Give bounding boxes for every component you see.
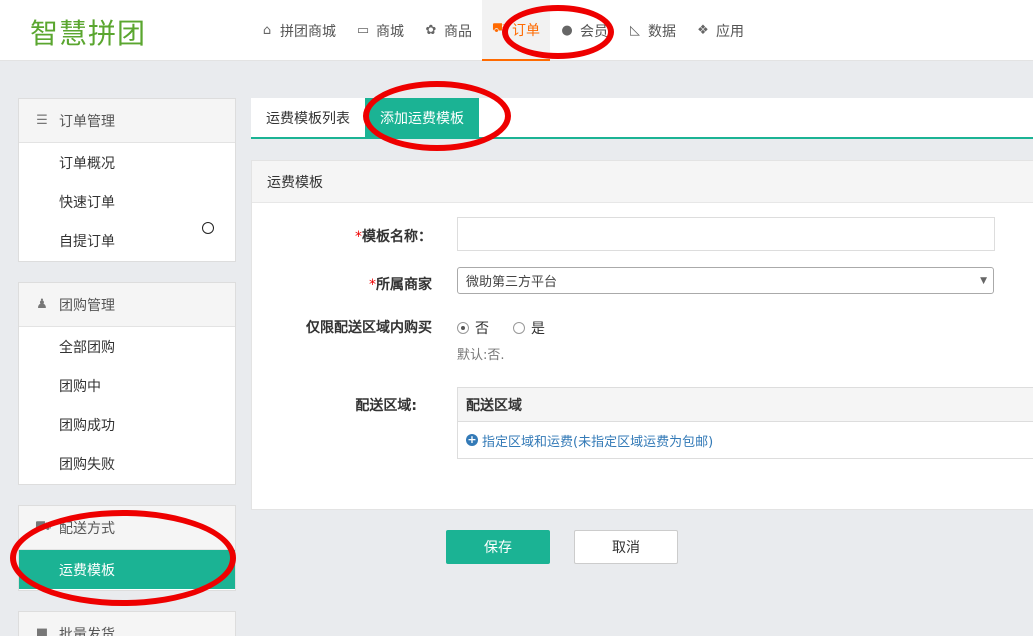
- top-bar: 智慧拼团 ⌂ 拼团商城 ▭ 商城 ✿ 商品 ⛟ 订单 ● 会员 ◺ 数据 ❖ 应…: [0, 0, 1033, 61]
- logo[interactable]: 智慧拼团: [30, 12, 146, 52]
- add-area-link-label: 指定区域和运费(未指定区域运费为包邮): [482, 434, 714, 450]
- tab-template-list[interactable]: 运费模板列表: [251, 98, 365, 137]
- monitor-icon: ▭: [356, 23, 370, 38]
- users-icon: ♟: [36, 297, 48, 312]
- nav-item-orders[interactable]: ⛟ 订单: [482, 0, 550, 61]
- mouse-cursor: [202, 222, 214, 234]
- save-button[interactable]: 保存: [446, 530, 550, 564]
- sidebar-header-label: 批量发货: [59, 626, 115, 636]
- form-section-title: 运费模板: [252, 161, 1033, 203]
- cart-icon: ⛟: [492, 21, 509, 36]
- chart-icon: ◺: [630, 23, 640, 38]
- nav-item-label: 商城: [376, 23, 404, 40]
- sidebar-header-label: 配送方式: [59, 520, 115, 537]
- sidebar-item-order-overview[interactable]: 订单概况: [19, 143, 235, 182]
- main-nav: ⌂ 拼团商城 ▭ 商城 ✿ 商品 ⛟ 订单 ● 会员 ◺ 数据 ❖ 应用: [250, 0, 754, 61]
- cancel-button[interactable]: 取消: [574, 530, 678, 564]
- template-name-label: *模板名称：: [355, 229, 432, 245]
- nav-item-label: 数据: [648, 23, 676, 40]
- radio-no[interactable]: [457, 322, 469, 334]
- nav-item-data[interactable]: ◺ 数据: [618, 0, 686, 61]
- sidebar-header-group-buy[interactable]: ♟ 团购管理: [19, 283, 235, 327]
- nav-item-members[interactable]: ● 会员: [550, 0, 618, 61]
- radio-no-label: 否: [475, 321, 489, 337]
- tab-add-template[interactable]: 添加运费模板: [365, 98, 479, 137]
- restrict-area-hint: 默认:否.: [457, 348, 505, 363]
- sidebar-item-all-groups[interactable]: 全部团购: [19, 327, 235, 366]
- restrict-area-label: 仅限配送区域内购买: [306, 320, 432, 336]
- radio-yes[interactable]: [513, 322, 525, 334]
- sidebar-panel-batch: ■ 批量发货: [18, 611, 236, 636]
- sidebar-header-orders[interactable]: ☰ 订单管理: [19, 99, 235, 143]
- nav-item-goods[interactable]: ✿ 商品: [414, 0, 482, 61]
- chevron-down-icon: ▼: [980, 276, 987, 286]
- sidebar-panel-orders: ☰ 订单管理 订单概况 快速订单 自提订单: [18, 98, 236, 262]
- delivery-area-label: 配送区域:: [355, 398, 417, 414]
- apps-icon: ❖: [697, 23, 709, 38]
- template-form-card: 运费模板 *模板名称： *所属商家 微助第三方平台 ▼ 仅限配送区域内购买 否 …: [251, 160, 1033, 510]
- nav-item-label: 应用: [716, 23, 744, 40]
- template-name-input[interactable]: [457, 217, 995, 251]
- delivery-area-header: 配送区域: [458, 388, 1033, 422]
- sidebar-item-in-progress[interactable]: 团购中: [19, 366, 235, 405]
- nav-item-label: 会员: [580, 23, 608, 40]
- merchant-select-value: 微助第三方平台: [466, 275, 558, 290]
- merchant-label: *所属商家: [369, 277, 432, 293]
- gift-icon: ✿: [425, 23, 437, 38]
- box-icon: ■: [35, 626, 49, 636]
- sidebar-item-quick-orders[interactable]: 快速订单: [19, 182, 235, 221]
- list-icon: ☰: [36, 113, 48, 128]
- user-icon: ●: [561, 23, 573, 38]
- merchant-select[interactable]: 微助第三方平台 ▼: [457, 267, 994, 294]
- sidebar-item-success[interactable]: 团购成功: [19, 405, 235, 444]
- nav-item-label: 商品: [444, 23, 472, 40]
- nav-item-label: 拼团商城: [280, 23, 336, 40]
- sidebar-item-failed[interactable]: 团购失败: [19, 444, 235, 483]
- nav-item-apps[interactable]: ❖ 应用: [686, 0, 754, 61]
- nav-item-label: 订单: [512, 22, 540, 39]
- sidebar-header-label: 订单管理: [59, 113, 115, 130]
- sidebar-panel-group-buy: ♟ 团购管理 全部团购 团购中 团购成功 团购失败: [18, 282, 236, 485]
- delivery-area-table: 配送区域 + 指定区域和运费(未指定区域运费为包邮): [457, 387, 1033, 459]
- sidebar-panel-delivery: ⛟ 配送方式 运费模板: [18, 505, 236, 591]
- sidebar-header-delivery[interactable]: ⛟ 配送方式: [19, 506, 235, 550]
- tab-bar: 运费模板列表 添加运费模板: [251, 98, 1033, 139]
- home-icon: ⌂: [262, 23, 272, 38]
- sidebar-item-shipping-template[interactable]: 运费模板: [19, 550, 235, 589]
- truck-icon: ⛟: [35, 519, 52, 534]
- nav-item-mall[interactable]: ▭ 商城: [346, 0, 414, 61]
- restrict-area-radio-group: 否 是: [457, 318, 545, 338]
- radio-yes-label: 是: [531, 321, 545, 337]
- sidebar-header-label: 团购管理: [59, 297, 115, 314]
- sidebar-header-batch[interactable]: ■ 批量发货: [19, 612, 235, 636]
- plus-circle-icon: +: [466, 433, 478, 446]
- add-area-link[interactable]: + 指定区域和运费(未指定区域运费为包邮): [458, 422, 1033, 458]
- nav-item-mall-home[interactable]: ⌂ 拼团商城: [250, 0, 346, 61]
